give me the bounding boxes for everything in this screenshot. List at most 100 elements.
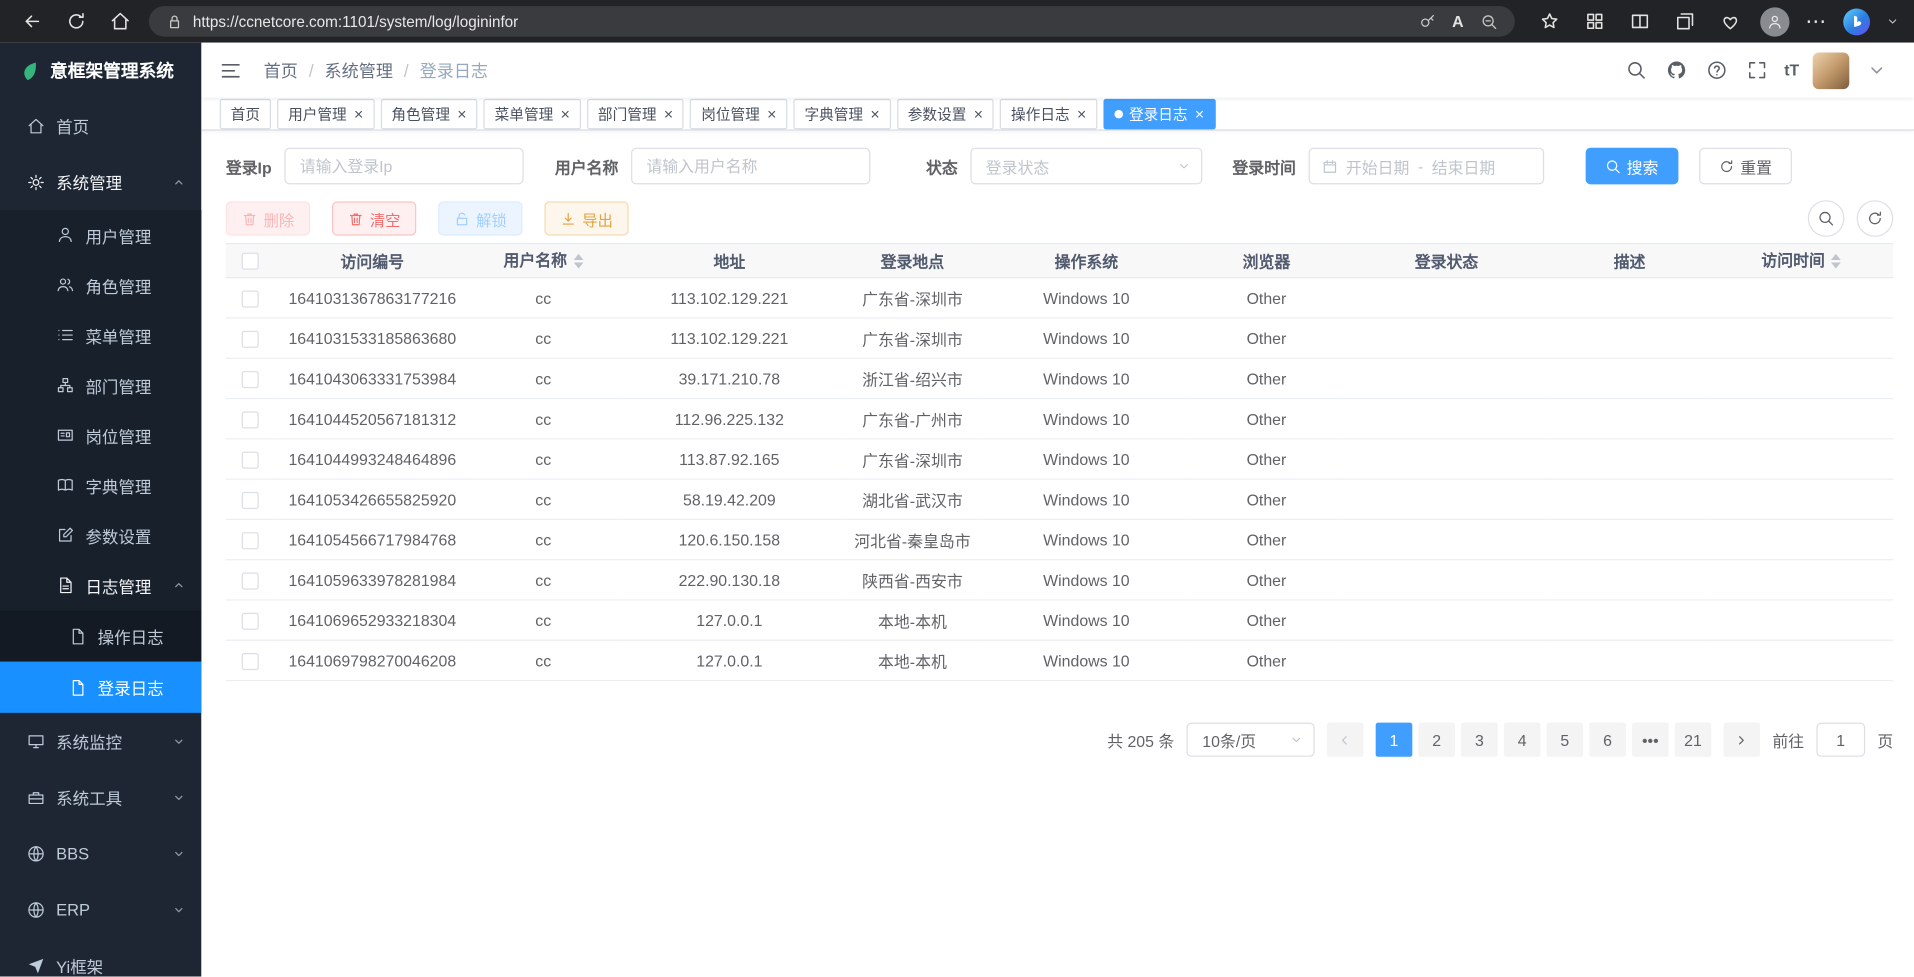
delete-button[interactable]: 删除	[226, 201, 310, 235]
tab-close-icon[interactable]: ×	[870, 106, 879, 122]
page-button-21[interactable]: 21	[1675, 723, 1712, 757]
sidebar-item-menu[interactable]: 菜单管理	[0, 310, 201, 360]
browser-menu-icon[interactable]: ⋯	[1805, 9, 1827, 33]
page-button-6[interactable]: 6	[1589, 723, 1626, 757]
select-all-checkbox[interactable]	[242, 253, 259, 270]
row-checkbox[interactable]	[242, 492, 259, 509]
tab-close-icon[interactable]: ×	[1077, 106, 1086, 122]
sidebar-item-monitor[interactable]: 系统监控	[0, 713, 201, 769]
copilot-caret-icon[interactable]	[1886, 15, 1899, 28]
home-button[interactable]	[105, 7, 134, 36]
tab-6[interactable]: 字典管理×	[794, 98, 891, 129]
copilot-icon[interactable]	[1843, 8, 1870, 35]
browser-essentials-icon[interactable]	[1715, 7, 1744, 36]
refresh-table-button[interactable]	[1857, 200, 1894, 237]
select-all-header[interactable]	[226, 244, 275, 278]
avatar-caret-icon[interactable]	[1863, 57, 1890, 84]
breadcrumb-system[interactable]: 系统管理	[325, 58, 393, 82]
row-checkbox[interactable]	[242, 331, 259, 348]
tab-close-icon[interactable]: ×	[457, 106, 466, 122]
reset-button[interactable]: 重置	[1699, 148, 1792, 185]
tab-0[interactable]: 首页	[220, 98, 271, 129]
row-checkbox[interactable]	[242, 451, 259, 468]
collections-icon[interactable]	[1670, 7, 1699, 36]
show-search-button[interactable]	[1808, 200, 1845, 237]
tab-close-icon[interactable]: ×	[767, 106, 776, 122]
page-button-2[interactable]: 2	[1418, 723, 1455, 757]
column-header-user_name[interactable]: 用户名称	[470, 244, 616, 278]
tab-7[interactable]: 参数设置×	[897, 98, 994, 129]
tab-5[interactable]: 岗位管理×	[690, 98, 787, 129]
row-checkbox[interactable]	[242, 572, 259, 589]
sidebar-toggle-icon[interactable]	[201, 59, 253, 81]
sidebar-item-tool[interactable]: 系统工具	[0, 769, 201, 825]
page-button-1[interactable]: 1	[1376, 723, 1413, 757]
read-aloud-icon[interactable]: A	[1452, 13, 1463, 29]
github-icon[interactable]	[1663, 57, 1690, 84]
tab-close-icon[interactable]: ×	[561, 106, 570, 122]
row-checkbox[interactable]	[242, 371, 259, 388]
password-key-icon[interactable]	[1418, 13, 1435, 30]
zoom-out-icon[interactable]	[1481, 13, 1498, 30]
tab-4[interactable]: 部门管理×	[587, 98, 684, 129]
profile-avatar[interactable]	[1760, 7, 1789, 36]
user-name-input[interactable]	[631, 148, 870, 185]
column-header-visit_time[interactable]: 访问时间	[1709, 244, 1893, 278]
tab-close-icon[interactable]: ×	[664, 106, 673, 122]
row-checkbox[interactable]	[242, 411, 259, 428]
tab-2[interactable]: 角色管理×	[380, 98, 477, 129]
row-checkbox[interactable]	[242, 613, 259, 630]
tab-9[interactable]: 登录日志×	[1103, 98, 1215, 129]
sidebar-item-post[interactable]: 岗位管理	[0, 410, 201, 460]
sidebar-item-logininfor[interactable]: 登录日志	[0, 662, 201, 713]
tab-close-icon[interactable]: ×	[354, 106, 363, 122]
refresh-button[interactable]	[61, 7, 90, 36]
page-button-4[interactable]: 4	[1504, 723, 1541, 757]
search-button[interactable]: 搜索	[1585, 148, 1678, 185]
site-info-icon[interactable]	[166, 13, 183, 30]
unlock-button[interactable]: 解锁	[438, 201, 522, 235]
prev-page-button[interactable]	[1327, 723, 1364, 757]
row-checkbox[interactable]	[242, 653, 259, 670]
breadcrumb-home[interactable]: 首页	[264, 58, 298, 82]
page-size-select[interactable]: 10条/页	[1186, 723, 1314, 757]
sidebar-item-log[interactable]: 日志管理	[0, 560, 201, 610]
login-ip-input[interactable]	[284, 148, 523, 185]
extensions-icon[interactable]	[1580, 7, 1609, 36]
sidebar-item-yiframe[interactable]: Yi框架	[0, 937, 201, 976]
sort-carets-icon[interactable]	[1831, 249, 1841, 273]
row-checkbox[interactable]	[242, 290, 259, 307]
sidebar-item-dict[interactable]: 字典管理	[0, 460, 201, 510]
text-size-icon[interactable]: tT	[1784, 61, 1799, 79]
export-button[interactable]: 导出	[544, 201, 628, 235]
help-icon[interactable]	[1704, 57, 1731, 84]
sidebar-item-dept[interactable]: 部门管理	[0, 360, 201, 410]
fullscreen-icon[interactable]	[1744, 57, 1771, 84]
tab-1[interactable]: 用户管理×	[277, 98, 374, 129]
tab-8[interactable]: 操作日志×	[1000, 98, 1097, 129]
tab-3[interactable]: 菜单管理×	[484, 98, 581, 129]
sidebar-item-config[interactable]: 参数设置	[0, 510, 201, 560]
sidebar-item-role[interactable]: 角色管理	[0, 260, 201, 310]
tab-close-icon[interactable]: ×	[1195, 106, 1204, 122]
status-select[interactable]: 登录状态	[970, 148, 1202, 185]
clear-button[interactable]: 清空	[332, 201, 416, 235]
split-screen-icon[interactable]	[1625, 7, 1654, 36]
login-time-range-picker[interactable]: 开始日期 - 结束日期	[1308, 148, 1544, 185]
sidebar-item-user[interactable]: 用户管理	[0, 210, 201, 260]
sidebar-item-home[interactable]: 首页	[0, 98, 201, 154]
goto-page-input[interactable]	[1816, 723, 1865, 757]
sidebar-item-erp[interactable]: ERP	[0, 881, 201, 937]
sidebar-item-system[interactable]: 系统管理	[0, 154, 201, 210]
page-button-3[interactable]: 3	[1461, 723, 1498, 757]
sidebar-item-bbs[interactable]: BBS	[0, 825, 201, 881]
next-page-button[interactable]	[1724, 723, 1761, 757]
sort-carets-icon[interactable]	[573, 249, 583, 273]
page-button-5[interactable]: 5	[1547, 723, 1584, 757]
sidebar-item-operlog[interactable]: 操作日志	[0, 610, 201, 661]
favorites-icon[interactable]	[1534, 7, 1563, 36]
tab-close-icon[interactable]: ×	[974, 106, 983, 122]
row-checkbox[interactable]	[242, 532, 259, 549]
user-avatar[interactable]	[1813, 52, 1850, 89]
back-button[interactable]	[17, 7, 46, 36]
